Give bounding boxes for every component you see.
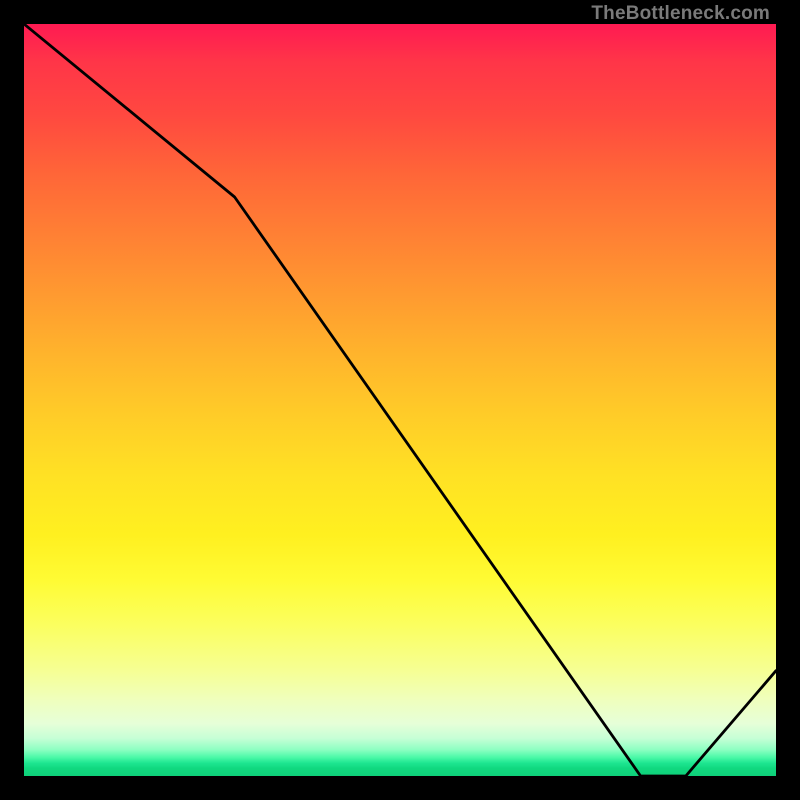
series-line bbox=[24, 24, 776, 776]
attribution-link[interactable]: TheBottleneck.com bbox=[591, 4, 770, 23]
chart-frame: TheBottleneck.com bbox=[0, 0, 800, 800]
plot-area bbox=[24, 24, 776, 776]
line-chart bbox=[24, 24, 776, 776]
